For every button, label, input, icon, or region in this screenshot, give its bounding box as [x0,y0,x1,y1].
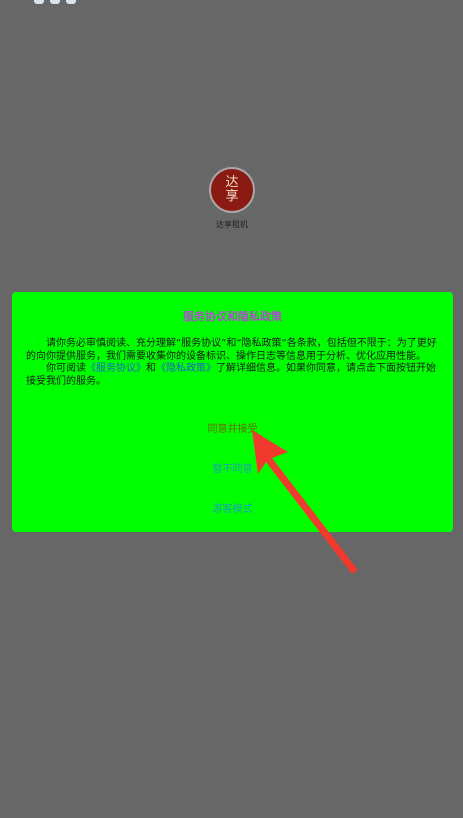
status-icon [66,0,76,4]
agree-button[interactable]: 同意并接受 [12,420,453,435]
status-icon [34,0,44,4]
app-logo: 达 享 [209,167,255,213]
logo-glyph-top: 达 [225,175,239,190]
app-name: 达享租机 [216,220,248,229]
dialog-paragraph-2: 你可阅读《服务协议》和《隐私政策》了解详细信息。如果你同意，请点击下面按钮开始接… [26,363,439,388]
logo-glyph-bottom: 享 [225,189,239,204]
disagree-button[interactable]: 暂不同意 [12,460,453,475]
guest-mode-button[interactable]: 游客模式 [12,500,453,515]
paragraph-2-prefix: 你可阅读 [46,363,86,374]
status-bar [0,0,463,8]
and-text: 和 [146,363,156,374]
privacy-policy-link[interactable]: 《隐私政策》 [156,363,216,374]
status-icons [34,0,76,4]
service-agreement-link[interactable]: 《服务协议》 [86,363,146,374]
privacy-dialog: 服务协议和隐私政策 请你务必审慎阅读、充分理解“服务协议”和“隐私政策”各条款，… [12,292,453,532]
dialog-paragraph-1: 请你务必审慎阅读、充分理解“服务协议”和“隐私政策”各条款，包括但不限于：为了更… [26,338,437,362]
dialog-title: 服务协议和隐私政策 [183,310,282,323]
dialog-body: 请你务必审慎阅读、充分理解“服务协议”和“隐私政策”各条款，包括但不限于：为了更… [26,338,439,388]
status-icon [50,0,60,4]
